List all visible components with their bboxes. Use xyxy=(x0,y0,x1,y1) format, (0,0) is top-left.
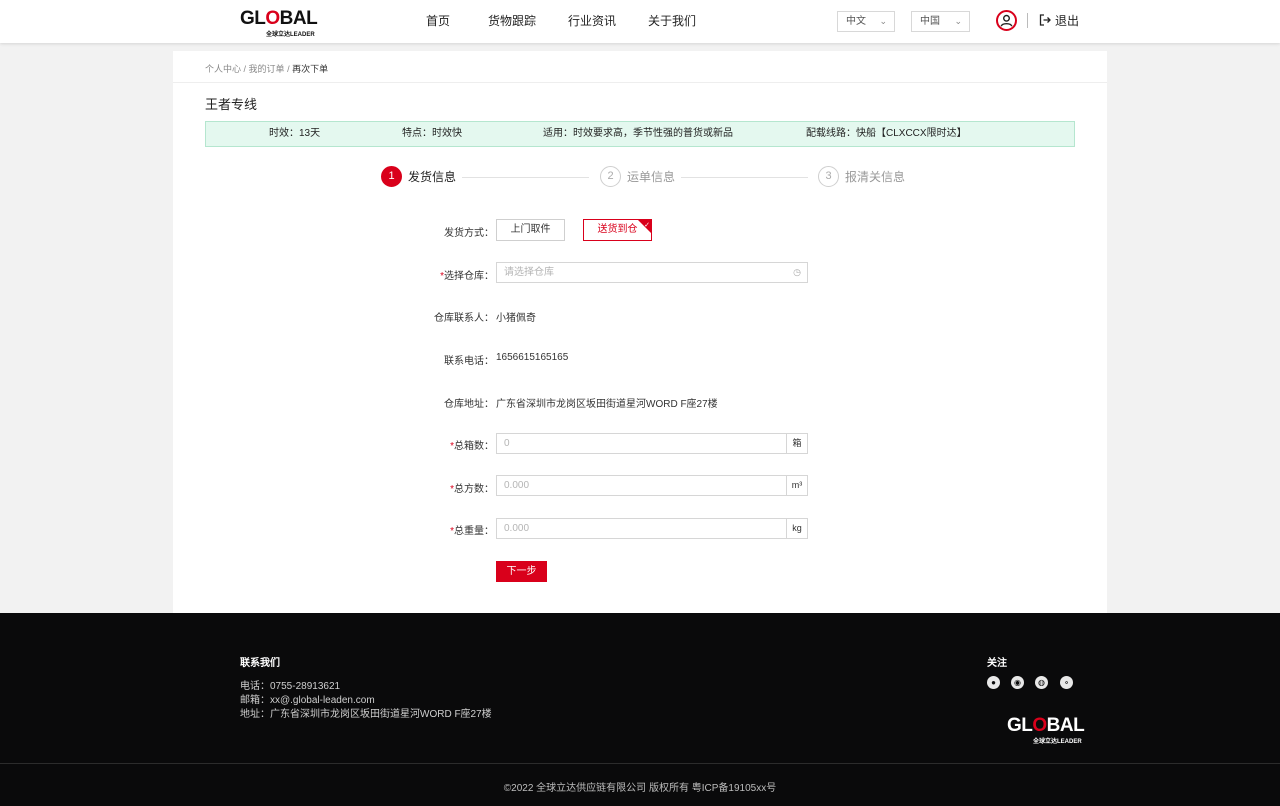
breadcrumb: 个人中心 / 我的订单 / 再次下单 xyxy=(205,64,329,74)
step-2-indicator: 2 xyxy=(600,166,621,187)
region-select[interactable]: 中国 ⌄ xyxy=(911,11,970,32)
info-feature: 特点：时效快 xyxy=(402,128,462,139)
boxes-label: *总箱数： xyxy=(450,441,494,452)
address-value: 广东省深圳市龙岗区坂田街道星河WORD F座27楼 xyxy=(496,399,718,410)
step-1-label: 发货信息 xyxy=(408,170,457,184)
info-suitable: 适用：时效要求高，季节性强的普货或新品 xyxy=(543,128,733,139)
warehouse-placeholder: 请选择仓库 xyxy=(504,267,554,278)
address-label: 仓库地址： xyxy=(444,399,494,410)
breadcrumb-current: 再次下单 xyxy=(292,64,329,74)
chevron-down-icon: ⌄ xyxy=(879,16,887,26)
volume-input[interactable]: 0.000 m³ xyxy=(496,475,808,496)
clock-icon: ◷ xyxy=(793,267,801,277)
chrome-icon[interactable]: ◉ xyxy=(1011,676,1024,689)
footer-phone: 电话：0755-28913621 xyxy=(240,681,341,692)
footer-logo: GLOBAL 全球立达LEADER xyxy=(1007,715,1085,746)
footer-email[interactable]: 邮箱：xx@.global-leaden.com xyxy=(240,691,375,706)
wechat-icon[interactable]: ∘ xyxy=(1060,676,1073,689)
step-3-label: 报清关信息 xyxy=(845,170,906,184)
step-2-label: 运单信息 xyxy=(627,170,676,184)
pickup-option-button[interactable]: 上门取件 xyxy=(496,219,565,241)
chevron-down-icon: ⌄ xyxy=(954,16,962,26)
nav-industry-news[interactable]: 行业资讯 xyxy=(568,0,616,43)
github-icon[interactable]: ● xyxy=(987,676,1000,689)
logo-subtitle: 全球立达LEADER xyxy=(266,32,315,38)
logout-icon[interactable] xyxy=(1039,0,1051,43)
header-divider xyxy=(1027,13,1028,28)
warehouse-label: *选择仓库： xyxy=(440,271,494,282)
global-logo[interactable]: GLOBAL 全球立达LEADER xyxy=(240,8,318,39)
info-route: 配载线路：快船【CLXCCX限时达】 xyxy=(806,128,967,139)
logout-button[interactable]: 退出 xyxy=(1055,0,1079,43)
copyright-text: ©2022 全球立达供应链有限公司 版权所有 粤ICP备19105xx号 xyxy=(503,783,777,794)
phone-label: 联系电话： xyxy=(444,356,494,367)
region-select-value: 中国 xyxy=(920,16,940,27)
footer-logo-wordmark: GLOBAL xyxy=(1007,715,1085,736)
order-card: 个人中心 / 我的订单 / 再次下单 王者专线 时效：13天 特点：时效快 适用… xyxy=(173,51,1107,613)
language-select[interactable]: 中文 ⌄ xyxy=(837,11,895,32)
info-timeliness: 时效：13天 xyxy=(269,128,321,139)
contact-value: 小猪佩奇 xyxy=(496,313,536,324)
nav-about-us[interactable]: 关于我们 xyxy=(648,0,696,43)
volume-placeholder: 0.000 xyxy=(504,480,530,491)
footer-address: 地址：广东省深圳市龙岗区坂田街道星河WORD F座27楼 xyxy=(240,709,492,720)
contact-label: 仓库联系人： xyxy=(434,313,494,324)
step-1-indicator: 1 xyxy=(381,166,402,187)
step-3-indicator: 3 xyxy=(818,166,839,187)
ship-method-label: 发货方式： xyxy=(444,228,494,239)
deliver-to-warehouse-option-button[interactable]: 送货到仓 ✓ xyxy=(583,219,652,241)
weight-input[interactable]: 0.000 kg xyxy=(496,518,808,539)
user-avatar-icon[interactable] xyxy=(996,10,1017,31)
step-connector xyxy=(462,177,589,178)
step-connector xyxy=(681,177,808,178)
warehouse-select[interactable]: 请选择仓库 ◷ xyxy=(496,262,808,283)
deliver-to-warehouse-label: 送货到仓 xyxy=(597,224,638,235)
language-select-value: 中文 xyxy=(846,16,866,27)
nav-cargo-tracking[interactable]: 货物跟踪 xyxy=(488,0,536,43)
logo-wordmark: GLOBAL xyxy=(240,8,318,29)
check-icon: ✓ xyxy=(644,222,650,229)
footer-divider xyxy=(0,763,1280,764)
site-footer: 联系我们 电话：0755-28913621 邮箱：xx@.global-lead… xyxy=(0,613,1280,806)
breadcrumb-personal-center[interactable]: 个人中心 xyxy=(205,64,241,74)
breadcrumb-my-orders[interactable]: 我的订单 xyxy=(249,64,285,74)
boxes-unit: 箱 xyxy=(786,433,807,454)
boxes-input[interactable]: 0 箱 xyxy=(496,433,808,454)
weight-label: *总重量： xyxy=(450,526,494,537)
top-header: GLOBAL 全球立达LEADER 首页 货物跟踪 行业资讯 关于我们 中文 ⌄… xyxy=(0,0,1280,43)
volume-label: *总方数： xyxy=(450,484,494,495)
volume-unit: m³ xyxy=(786,475,807,496)
breadcrumb-divider xyxy=(173,82,1107,83)
weight-unit: kg xyxy=(786,518,807,539)
next-step-button[interactable]: 下一步 xyxy=(496,561,547,582)
line-info-bar: 时效：13天 特点：时效快 适用：时效要求高，季节性强的普货或新品 配载线路：快… xyxy=(205,121,1075,147)
weight-placeholder: 0.000 xyxy=(504,523,530,534)
phone-value: 1656615165165 xyxy=(496,352,569,363)
nav-home[interactable]: 首页 xyxy=(426,0,450,43)
footer-logo-subtitle: 全球立达LEADER xyxy=(1033,739,1082,745)
page-title: 王者专线 xyxy=(205,97,258,112)
footer-contact-title: 联系我们 xyxy=(240,658,280,669)
footer-follow-title: 关注 xyxy=(987,658,1007,669)
boxes-placeholder: 0 xyxy=(504,438,510,449)
weibo-icon[interactable]: ◍ xyxy=(1035,676,1048,689)
